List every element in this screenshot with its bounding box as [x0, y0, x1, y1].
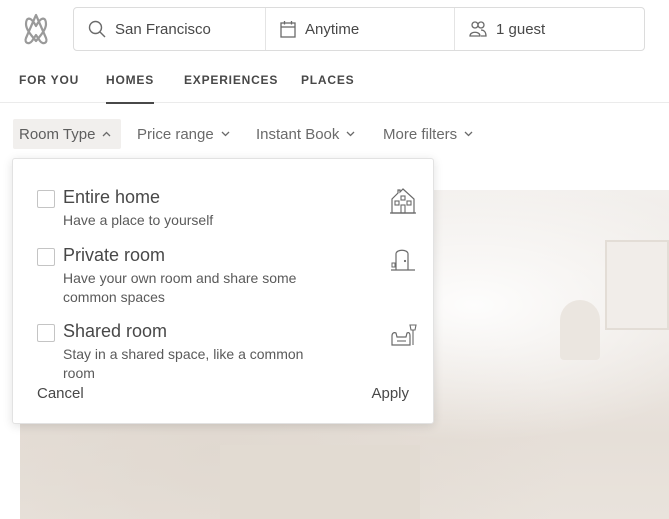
calendar-icon — [280, 21, 296, 38]
room-option-entire-home[interactable]: Entire home Have a place to yourself — [37, 187, 417, 231]
hero-picture-frame — [605, 240, 669, 330]
tab-for-you[interactable]: FOR YOU — [19, 73, 79, 87]
tab-experiences[interactable]: EXPERIENCES — [184, 73, 278, 87]
top-header: San Francisco Anytime 1 guest — [0, 0, 669, 58]
option-title: Private room — [63, 245, 166, 265]
entire-home-checkbox[interactable] — [37, 190, 55, 208]
location-value: San Francisco — [115, 20, 211, 38]
chevron-down-icon — [464, 131, 473, 137]
door-icon — [391, 249, 415, 271]
private-room-checkbox[interactable] — [37, 248, 55, 266]
guests-icon — [469, 21, 487, 37]
room-option-shared-room[interactable]: Shared room Stay in a shared space, like… — [37, 321, 417, 381]
armchair-lamp-icon — [391, 324, 417, 346]
house-icon — [390, 188, 416, 214]
option-title: Entire home — [63, 187, 161, 207]
hero-lamp — [560, 300, 600, 360]
option-title: Shared room — [63, 321, 168, 341]
search-bar: San Francisco Anytime 1 guest — [73, 7, 645, 51]
filter-bar: Room Type Price range Instant Book More … — [0, 104, 669, 158]
guests-value: 1 guest — [496, 20, 546, 38]
dates-value: Anytime — [305, 20, 360, 38]
option-description: Have a place to yourself — [63, 212, 214, 228]
category-tabs: FOR YOU HOMES EXPERIENCES PLACES — [0, 58, 669, 104]
guests-field[interactable]: 1 guest — [454, 8, 644, 50]
chevron-up-icon — [102, 131, 111, 137]
more-filters-button[interactable]: More filters — [377, 119, 479, 149]
apply-button[interactable]: Apply — [371, 385, 409, 402]
hero-table — [220, 445, 420, 519]
instant-book-filter-label: Instant Book — [256, 125, 340, 143]
location-field[interactable]: San Francisco — [74, 8, 265, 50]
dates-field[interactable]: Anytime — [265, 8, 454, 50]
room-option-private-room[interactable]: Private room Have your own room and shar… — [37, 245, 417, 305]
search-icon — [88, 20, 106, 38]
room-type-filter-button[interactable]: Room Type — [13, 119, 121, 149]
shared-room-checkbox[interactable] — [37, 324, 55, 342]
option-description: Stay in a shared space, like a common ro… — [63, 346, 304, 381]
chevron-down-icon — [346, 131, 355, 137]
instant-book-filter-button[interactable]: Instant Book — [250, 119, 361, 149]
tab-homes[interactable]: HOMES — [106, 73, 155, 104]
more-filters-label: More filters — [383, 125, 458, 143]
tab-places[interactable]: PLACES — [301, 73, 354, 87]
room-type-panel: Entire home Have a place to yourself Pri… — [12, 158, 434, 424]
airbnb-logo-icon[interactable] — [20, 12, 52, 46]
chevron-down-icon — [221, 131, 230, 137]
price-range-filter-label: Price range — [137, 125, 214, 143]
option-description: Have your own room and share some common… — [63, 270, 297, 305]
price-range-filter-button[interactable]: Price range — [131, 119, 236, 149]
room-type-filter-label: Room Type — [19, 125, 96, 143]
cancel-button[interactable]: Cancel — [37, 385, 84, 402]
